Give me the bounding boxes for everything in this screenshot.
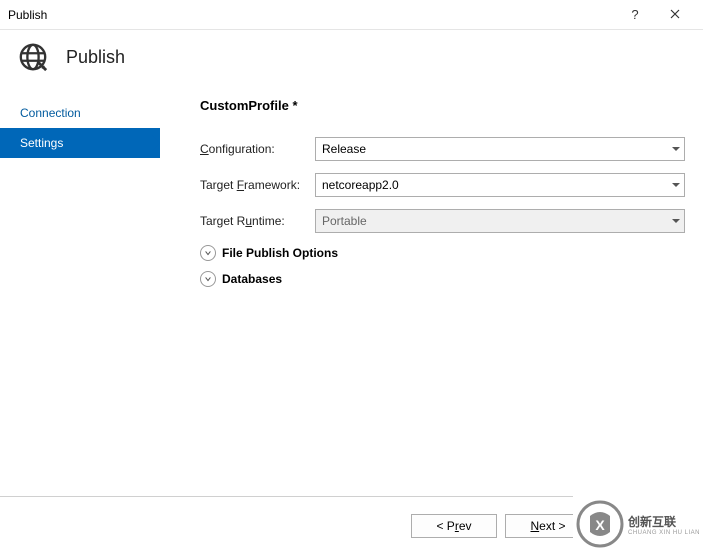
configuration-select[interactable]: Release bbox=[315, 137, 685, 161]
next-button[interactable]: Next > bbox=[505, 514, 591, 538]
sidebar-item-label: Connection bbox=[20, 106, 81, 120]
runtime-label: Target Runtime: bbox=[200, 214, 315, 228]
framework-label: Target Framework: bbox=[200, 178, 315, 192]
configuration-value: Release bbox=[322, 142, 366, 156]
expander-label: Databases bbox=[222, 272, 282, 286]
main-panel: CustomProfile * Configuration: Release T… bbox=[160, 90, 703, 494]
window-title: Publish bbox=[8, 8, 615, 22]
databases-expander[interactable]: Databases bbox=[200, 271, 685, 287]
prev-button[interactable]: < Prev bbox=[411, 514, 497, 538]
framework-value: netcoreapp2.0 bbox=[322, 178, 399, 192]
sidebar-item-settings[interactable]: Settings bbox=[0, 128, 160, 158]
runtime-value: Portable bbox=[322, 214, 367, 228]
profile-name: CustomProfile * bbox=[200, 98, 685, 113]
file-publish-options-expander[interactable]: File Publish Options bbox=[200, 245, 685, 261]
sidebar: Connection Settings bbox=[0, 90, 160, 494]
close-button[interactable] bbox=[655, 7, 695, 22]
chevron-down-icon bbox=[672, 219, 680, 227]
sidebar-item-label: Settings bbox=[20, 136, 63, 150]
runtime-select[interactable]: Portable bbox=[315, 209, 685, 233]
dialog-header: Publish bbox=[0, 30, 703, 90]
framework-select[interactable]: netcoreapp2.0 bbox=[315, 173, 685, 197]
page-title: Publish bbox=[66, 47, 125, 68]
titlebar: Publish ? bbox=[0, 0, 703, 30]
chevron-down-icon bbox=[200, 271, 216, 287]
chevron-down-icon bbox=[672, 183, 680, 191]
save-button[interactable]: S bbox=[599, 514, 685, 538]
sidebar-item-connection[interactable]: Connection bbox=[0, 98, 160, 128]
help-button[interactable]: ? bbox=[615, 7, 655, 22]
publish-icon bbox=[18, 42, 48, 72]
chevron-down-icon bbox=[672, 147, 680, 155]
chevron-down-icon bbox=[200, 245, 216, 261]
dialog-footer: < Prev Next > S bbox=[0, 496, 703, 554]
close-icon bbox=[670, 9, 680, 19]
configuration-label: Configuration: bbox=[200, 142, 315, 156]
expander-label: File Publish Options bbox=[222, 246, 338, 260]
